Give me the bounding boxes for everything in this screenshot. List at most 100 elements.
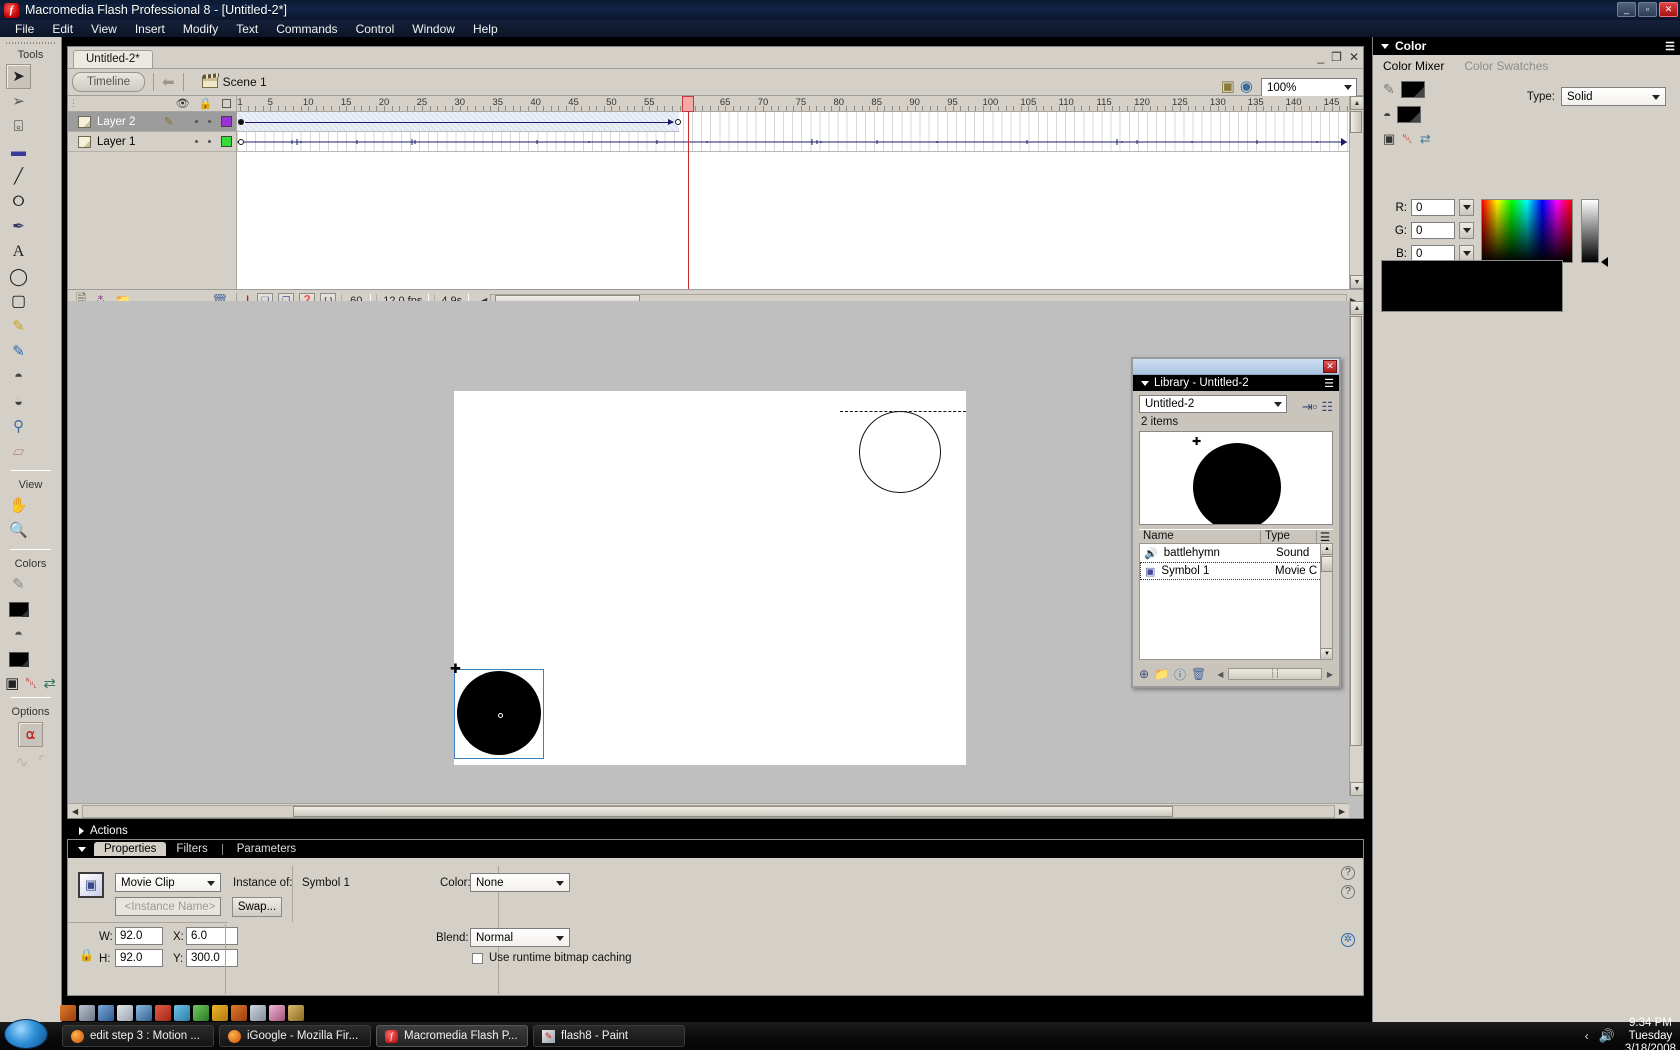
stage-horizontal-scrollbar[interactable]: ◀ ▶ <box>68 803 1349 818</box>
panel-menu-icon[interactable]: ☰ <box>1665 40 1675 53</box>
library-list-scrollbar[interactable]: ▲ ▼ <box>1320 544 1332 659</box>
new-folder-button[interactable]: 📁 <box>1154 667 1169 681</box>
instance-name-input[interactable]: <Instance Name> <box>115 897 221 916</box>
keyframe-end[interactable] <box>675 119 681 125</box>
tab-color-mixer[interactable]: Color Mixer <box>1373 57 1455 75</box>
black-and-white-button[interactable]: ▣ <box>1383 131 1395 147</box>
menu-item-edit[interactable]: Edit <box>43 21 82 37</box>
smooth-option-icon[interactable]: ∿ <box>16 755 29 770</box>
stroke-color-button[interactable] <box>1400 81 1425 98</box>
menu-item-commands[interactable]: Commands <box>267 21 346 37</box>
document-close-button[interactable]: ✕ <box>1349 50 1359 64</box>
quicklaunch-icon-9[interactable] <box>212 1005 228 1021</box>
document-restore-button[interactable]: ❐ <box>1331 50 1342 64</box>
red-stepper[interactable] <box>1459 199 1474 216</box>
column-header-name[interactable]: Name <box>1139 530 1261 543</box>
properties-button[interactable]: ⓘ <box>1174 666 1186 683</box>
pin-icon[interactable]: ☷ <box>1321 399 1333 415</box>
quicklaunch-icon-11[interactable] <box>250 1005 266 1021</box>
quicklaunch-icon-10[interactable] <box>231 1005 247 1021</box>
green-stepper[interactable] <box>1459 222 1474 239</box>
document-minimize-button[interactable]: _ <box>1317 50 1324 64</box>
symbol-behavior-select[interactable]: Movie Clip <box>115 873 221 892</box>
height-input[interactable]: 92.0 <box>115 949 163 967</box>
zoom-level-select[interactable]: 100% <box>1261 78 1357 97</box>
ink-bottle-tool[interactable]: ◓ <box>6 364 31 389</box>
pen-tool[interactable]: ✒ <box>6 214 31 239</box>
show-hidden-icons-button[interactable]: ‹ <box>1585 1029 1589 1043</box>
timeline-ruler[interactable]: 1510152025303540455055606570758085909510… <box>237 96 1349 112</box>
minimize-button[interactable]: _ <box>1617 2 1636 17</box>
playhead-marker[interactable] <box>682 96 695 112</box>
library-scroll-thumb[interactable] <box>1321 556 1332 572</box>
red-input[interactable]: 0 <box>1411 199 1455 216</box>
new-symbol-button[interactable]: ⊕ <box>1139 667 1149 681</box>
timeline-layer-row-layer-1[interactable]: Layer 1 <box>68 132 236 152</box>
quicklaunch-icon-6[interactable] <box>155 1005 171 1021</box>
back-arrow-icon[interactable]: ⬅ <box>162 73 175 91</box>
timeline-toggle-button[interactable]: Timeline <box>72 72 146 92</box>
menu-item-control[interactable]: Control <box>347 21 404 37</box>
quicklaunch-icon-2[interactable] <box>79 1005 95 1021</box>
keyframe-start[interactable] <box>238 119 244 125</box>
volume-icon[interactable]: 🔊 <box>1599 1028 1615 1044</box>
taskbar-item-edit-step-3[interactable]: edit step 3 : Motion ... <box>62 1025 214 1047</box>
swap-colors-button[interactable]: ⇄ <box>1420 131 1431 147</box>
width-input[interactable]: 92.0 <box>115 927 163 945</box>
panel-grip[interactable] <box>6 39 55 47</box>
quicklaunch-firefox-icon[interactable] <box>60 1005 76 1021</box>
resize-right-arrow[interactable]: ▶ <box>1327 670 1333 679</box>
luminance-handle-icon[interactable] <box>1601 257 1608 267</box>
library-close-button[interactable]: ✕ <box>1323 360 1337 373</box>
bitmap-caching-row[interactable]: Use runtime bitmap caching <box>472 952 632 964</box>
subselection-tool[interactable]: ➢ <box>6 89 31 114</box>
eye-icon[interactable]: 👁 <box>176 97 190 110</box>
quicklaunch-icon-13[interactable] <box>288 1005 304 1021</box>
delete-button[interactable]: 🗑 <box>1191 667 1206 681</box>
layer-visibility-dot[interactable] <box>195 140 198 143</box>
library-list-item-symbol-1[interactable]: ▣ Symbol 1 Movie C <box>1140 562 1332 580</box>
use-runtime-bitmap-caching-checkbox[interactable] <box>472 952 483 964</box>
layers-grip[interactable]: ⋮ <box>68 98 80 109</box>
paint-bucket-tool[interactable]: ◒ <box>6 389 31 414</box>
menu-item-modify[interactable]: Modify <box>174 21 227 37</box>
menu-item-insert[interactable]: Insert <box>126 21 174 37</box>
scroll-up-arrow[interactable]: ▲ <box>1350 96 1364 110</box>
collapse-triangle-icon[interactable] <box>1141 380 1149 386</box>
y-input[interactable]: 300.0 <box>186 949 238 967</box>
stage-hscroll-thumb[interactable] <box>293 805 1174 817</box>
quicklaunch-icon-12[interactable] <box>269 1005 285 1021</box>
layer-outline-color-swatch[interactable] <box>221 136 232 147</box>
maximize-button[interactable]: ▫ <box>1638 2 1657 17</box>
quicklaunch-icon-3[interactable] <box>98 1005 114 1021</box>
quicklaunch-icon-5[interactable] <box>136 1005 152 1021</box>
taskbar-item-macromedia-flash[interactable]: f Macromedia Flash P... <box>376 1025 528 1047</box>
column-header-type[interactable]: Type <box>1261 530 1317 543</box>
library-scroll-down-arrow[interactable]: ▼ <box>1321 648 1332 659</box>
column-header-sort-icon[interactable]: ☰ <box>1317 530 1333 544</box>
library-resize-handle[interactable]: ┆┆ <box>1228 668 1322 680</box>
straighten-option-icon[interactable]: ⌜ <box>38 755 45 770</box>
no-color-button[interactable]: ␀ <box>1402 131 1412 147</box>
library-list-item-battlehymn[interactable]: 🔊 battlehymn Sound <box>1140 544 1332 562</box>
no-color-button[interactable]: ␀ <box>25 676 37 691</box>
fill-color-button[interactable] <box>1397 106 1422 123</box>
zoom-tool[interactable]: 🔍 <box>6 518 31 543</box>
tab-color-swatches[interactable]: Color Swatches <box>1454 57 1558 75</box>
layer-lock-dot[interactable] <box>208 140 211 143</box>
oval-tool[interactable]: ◯ <box>6 264 31 289</box>
stage-scroll-right-arrow[interactable]: ▶ <box>1335 807 1349 816</box>
panel-menu-icon[interactable]: ☰ <box>1324 377 1334 390</box>
library-title-bar[interactable]: Library - Untitled-2 ☰ <box>1133 375 1339 391</box>
stage-scroll-thumb[interactable] <box>1350 316 1362 746</box>
lock-icon[interactable]: 🔒 <box>199 97 213 110</box>
stage-scroll-left-arrow[interactable]: ◀ <box>68 807 82 816</box>
question-mark-icon[interactable]: ? <box>1341 866 1355 880</box>
tab-filters[interactable]: Filters <box>166 842 217 856</box>
menu-item-help[interactable]: Help <box>464 21 507 37</box>
selection-tool[interactable]: ➤ <box>6 64 31 89</box>
quicklaunch-icon-4[interactable] <box>117 1005 133 1021</box>
resize-left-arrow[interactable]: ◀ <box>1217 670 1223 679</box>
color-spectrum-gradient[interactable] <box>1481 199 1573 263</box>
stage-scroll-down-arrow[interactable]: ▼ <box>1350 782 1364 796</box>
